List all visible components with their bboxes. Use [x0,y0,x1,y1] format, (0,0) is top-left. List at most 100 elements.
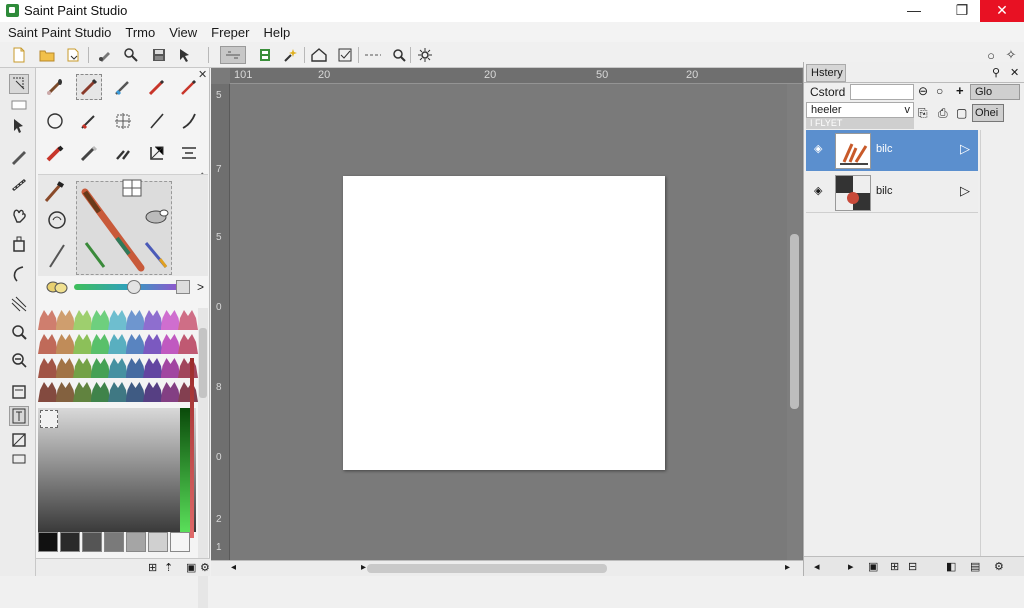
vertical-scrollbar[interactable] [787,84,802,560]
color-swatch[interactable] [73,358,93,378]
color-swatch[interactable] [108,382,128,402]
layer-row-selected[interactable]: ◈ bilc ▷ [806,130,978,171]
color-swatch[interactable] [38,382,58,402]
horizontal-scrollbar[interactable]: ◂ ▸ ▸ [211,560,803,576]
search-icon[interactable] [390,46,408,64]
smudge-tool-icon[interactable] [9,174,29,194]
layer-opt-a-icon[interactable]: ⎘ [918,106,928,121]
purple-brush-icon[interactable] [142,239,172,274]
selection-tool-icon[interactable] [9,74,29,94]
import-icon[interactable] [64,46,82,64]
color-swatch[interactable] [178,358,198,378]
scroll-left-icon[interactable]: ◂ [231,562,236,573]
grid-preview-icon[interactable] [122,179,142,200]
layer-fx-icon[interactable]: ⚙ [994,560,1004,573]
crop-icon[interactable] [144,140,170,166]
menu-help[interactable]: Help [263,25,290,40]
scroll-right-small-icon[interactable]: ▸ [361,562,366,573]
brush-blue-icon[interactable] [110,74,136,100]
gray-swatch[interactable] [82,532,102,552]
panel-pin-icon[interactable]: ⚲ [992,66,1000,79]
color-swatch[interactable] [143,334,163,354]
footer-save-icon[interactable]: ▣ [186,561,196,574]
text-tool-icon[interactable] [9,406,29,426]
zoom-out-icon[interactable] [9,350,29,370]
color-swatch[interactable] [125,358,146,378]
color-swatch[interactable] [143,310,163,330]
rectangle-tool-icon[interactable] [9,452,29,466]
eraser-icon[interactable] [142,205,172,230]
layer-expand-icon[interactable]: ▷ [960,183,970,199]
color-swatch[interactable] [38,310,58,330]
dots-icon[interactable] [364,46,382,64]
new-file-icon[interactable] [10,46,28,64]
close-button[interactable]: ✕ [980,0,1024,22]
horizontal-scroll-thumb[interactable] [367,564,607,573]
color-swatch[interactable] [38,358,58,378]
color-swatch[interactable] [73,310,93,330]
toggle-visibility-icon[interactable]: ⊖ [918,84,928,98]
slider-knob[interactable] [127,280,141,294]
green-brush-icon[interactable] [82,239,108,274]
frame-icon[interactable] [9,382,29,402]
color-swatch[interactable] [143,358,163,378]
gray-swatch[interactable] [104,532,124,552]
palette-scroll-thumb[interactable] [199,328,207,398]
footer-grid-icon[interactable]: ⊞ [148,561,157,574]
color-swatch[interactable] [160,334,181,354]
color-swatch[interactable] [73,334,93,354]
layer-delete-icon[interactable]: ▤ [970,560,980,573]
layer-merge-icon[interactable]: ⊟ [908,560,917,573]
zoom-tool-icon[interactable] [122,46,140,64]
pen-tool-icon[interactable] [9,146,29,166]
color-swatch[interactable] [178,382,198,402]
layer-duplicate-icon[interactable]: ⊞ [890,560,899,573]
save-icon[interactable] [150,46,168,64]
shade-picker-icon[interactable] [40,410,58,428]
gray-swatch[interactable] [148,532,168,552]
brush-red-icon[interactable] [144,74,170,100]
layer-option-button[interactable]: Ohei [972,104,1004,122]
curve-tool-icon[interactable] [9,264,29,284]
tab-history[interactable]: Hstery [806,64,846,82]
layer-mask-icon[interactable]: ◧ [946,560,956,573]
color-swatch[interactable] [125,334,146,354]
brush-thick-icon[interactable] [42,140,68,166]
curve-pen-icon[interactable] [176,108,202,134]
move-tool-icon[interactable] [9,116,29,136]
fill-tool-icon[interactable] [9,234,29,254]
slider-end-box[interactable] [176,280,190,294]
thin-brush-icon[interactable] [46,241,68,274]
scroll-right-icon[interactable]: ▸ [785,562,790,573]
slider-arrow-icon[interactable]: > [197,280,204,294]
color-swatch[interactable] [55,382,76,402]
transform-icon[interactable] [110,108,136,134]
layer-expand-icon[interactable]: ▷ [960,141,970,157]
color-swatch[interactable] [108,334,128,354]
lasso-brush-icon[interactable] [46,209,68,234]
menu-view[interactable]: View [169,25,197,40]
vertical-scroll-thumb[interactable] [790,234,799,409]
panel-close-icon[interactable]: ✕ [1010,66,1019,79]
brush-gray-icon[interactable] [76,140,102,166]
color-swatch[interactable] [55,358,76,378]
gray-swatch[interactable] [170,532,190,552]
color-swatch[interactable] [160,310,181,330]
brush-round-icon[interactable] [42,74,68,100]
color-swatch[interactable] [90,334,111,354]
layer-next-icon[interactable]: ▸ [848,560,854,573]
color-swatch[interactable] [125,310,146,330]
layer-visibility-icon[interactable]: ◈ [814,142,822,155]
lasso-icon[interactable] [9,98,29,112]
ellipse-brush-icon[interactable] [42,108,68,134]
menu-trmo[interactable]: Trmo [125,25,155,40]
filter-dropdown[interactable]: heeler v [806,102,914,118]
add-layer-icon[interactable]: + [956,83,964,98]
open-folder-icon[interactable] [38,46,56,64]
gray-swatch[interactable] [60,532,80,552]
footer-up-icon[interactable]: ⇡ [164,561,173,574]
color-swatch[interactable] [55,310,76,330]
pointer-icon[interactable] [176,46,194,64]
color-swatch[interactable] [90,382,111,402]
color-swatch[interactable] [73,382,93,402]
